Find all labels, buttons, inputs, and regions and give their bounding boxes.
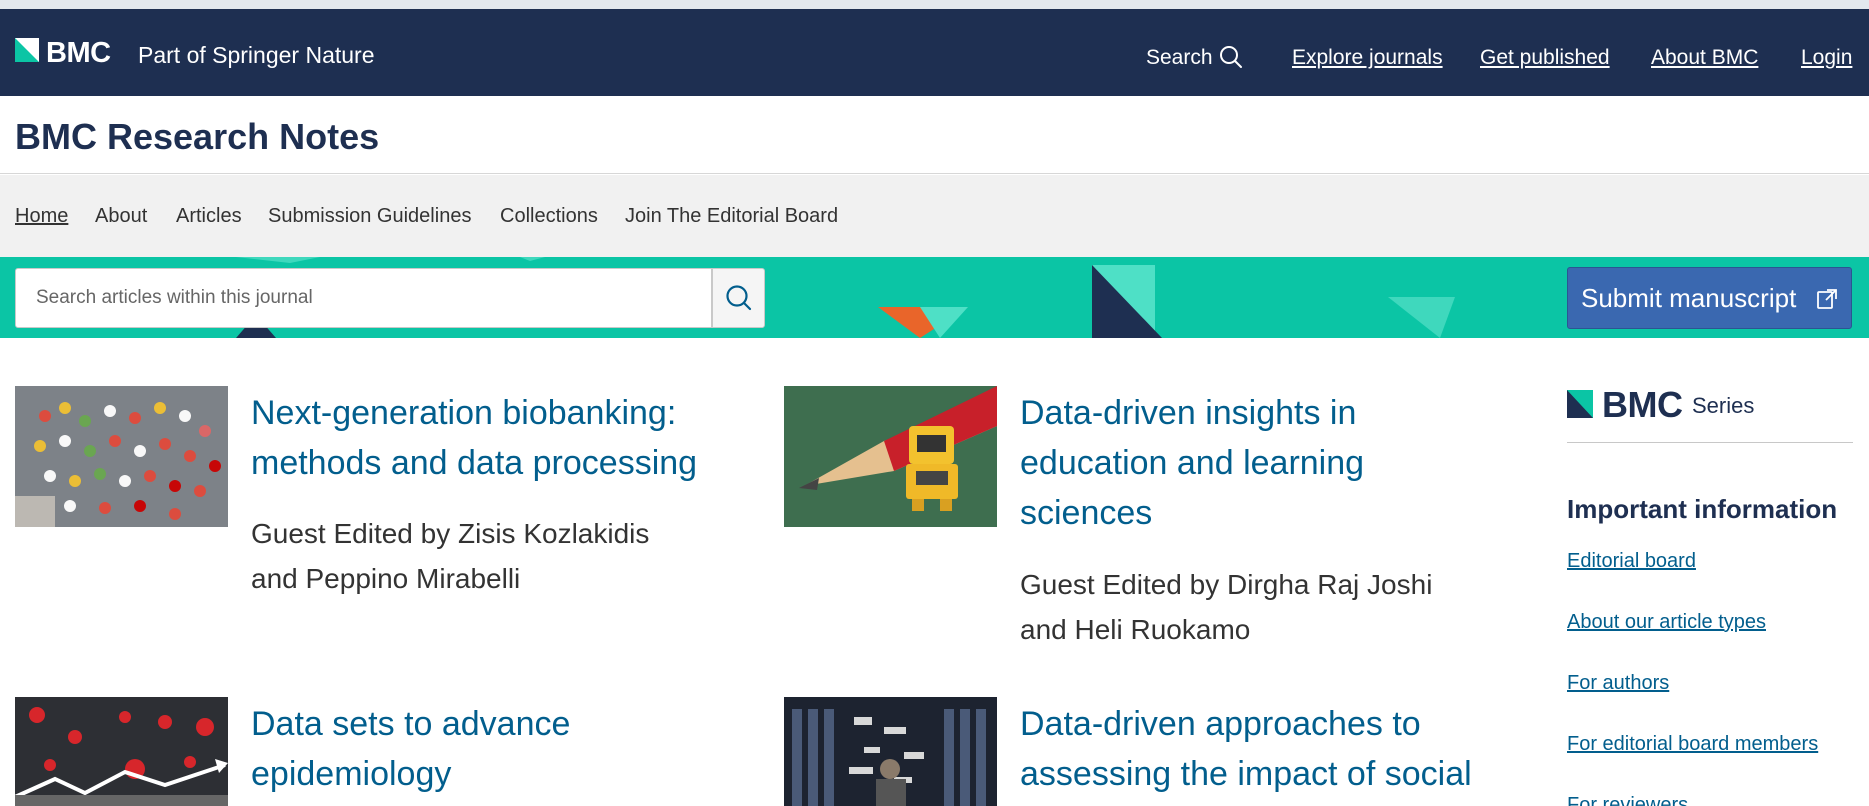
tab-about[interactable]: About [95,205,147,228]
journal-search-button[interactable] [712,268,765,328]
collection-title-social-impact[interactable]: Data-driven approaches to assessing the … [1020,699,1472,799]
important-information-heading: Important information [1567,494,1838,524]
bmc-logo-icon [15,38,39,62]
sidebar-link-article-types[interactable]: About our article types [1567,611,1766,634]
collection-image-social-impact[interactable] [784,697,997,806]
external-link-icon [1817,289,1837,309]
collection-image-biobanking[interactable] [15,386,228,527]
collection-title-line: Data sets to advance [251,705,571,743]
bmc-series-logo-text[interactable]: BMC [1602,384,1683,426]
bmc-series-logo-icon [1567,390,1593,418]
bmc-logo-text[interactable]: BMC [46,37,111,70]
bmc-series-word: Series [1692,393,1755,418]
collection-title-line: sciences [1020,494,1153,532]
tab-articles[interactable]: Articles [176,205,242,228]
tab-join-editorial-board[interactable]: Join The Editorial Board [625,205,838,228]
pencil-robot-image [784,386,997,527]
nav-login[interactable]: Login [1801,46,1852,70]
sidebar-link-for-reviewers[interactable]: For reviewers [1567,794,1688,806]
collection-image-education[interactable] [784,386,997,527]
biobank-tubes-image [15,386,228,527]
nav-explore-journals[interactable]: Explore journals [1292,46,1443,70]
search-icon[interactable] [1219,45,1243,69]
collection-title-epidemiology[interactable]: Data sets to advance epidemiology [251,699,570,799]
collection-title-education[interactable]: Data-driven insights in education and le… [1020,388,1364,538]
collection-title-line: epidemiology [251,755,452,793]
journal-search-input[interactable] [15,268,712,328]
springer-nature-tagline: Part of Springer Nature [138,42,375,68]
collection-title-line: Data-driven insights in [1020,394,1357,432]
tab-collections[interactable]: Collections [500,205,598,228]
header-search-link[interactable]: Search [1146,46,1213,70]
social-data-image [784,697,997,806]
nav-about-bmc[interactable]: About BMC [1651,46,1758,70]
collection-editors-education: Guest Edited by Dirgha Raj Joshi and Hel… [1020,562,1432,652]
sidebar-link-editorial-board-members[interactable]: For editorial board members [1567,733,1818,756]
collection-image-epidemiology[interactable] [15,697,228,806]
collection-editors-biobanking: Guest Edited by Zisis Kozlakidis and Pep… [251,511,649,601]
submit-manuscript-button[interactable]: Submit manuscript [1567,267,1852,329]
editors-line: and Peppino Mirabelli [251,563,521,594]
nav-get-published[interactable]: Get published [1480,46,1610,70]
journal-nav: Home About Articles Submission Guideline… [0,175,1869,257]
editors-line: and Heli Ruokamo [1020,614,1251,645]
tab-submission-guidelines[interactable]: Submission Guidelines [268,205,471,228]
journal-title-bar: BMC Research Notes [0,96,1869,174]
virus-chart-image [15,697,228,806]
editors-line: Guest Edited by Zisis Kozlakidis [251,518,650,549]
collection-title-line: assessing the impact of social [1020,755,1472,793]
submit-manuscript-label: Submit manuscript [1581,282,1797,313]
editors-line: Guest Edited by Dirgha Raj Joshi [1020,569,1433,600]
collection-title-line: education and learning [1020,444,1365,482]
site-header: BMC Part of Springer Nature Search Explo… [0,9,1869,96]
collection-title-line: methods and data processing [251,444,698,482]
sidebar-link-editorial-board[interactable]: Editorial board [1567,550,1696,573]
sidebar-divider [1567,442,1853,443]
collection-title-line: Next-generation biobanking: [251,394,677,432]
tab-home[interactable]: Home [15,205,68,228]
top-strip [0,0,1869,9]
journal-title[interactable]: BMC Research Notes [15,116,379,158]
collection-title-line: Data-driven approaches to [1020,705,1421,743]
collection-title-biobanking[interactable]: Next-generation biobanking: methods and … [251,388,697,488]
search-icon [725,285,751,311]
sidebar-link-for-authors[interactable]: For authors [1567,672,1669,695]
